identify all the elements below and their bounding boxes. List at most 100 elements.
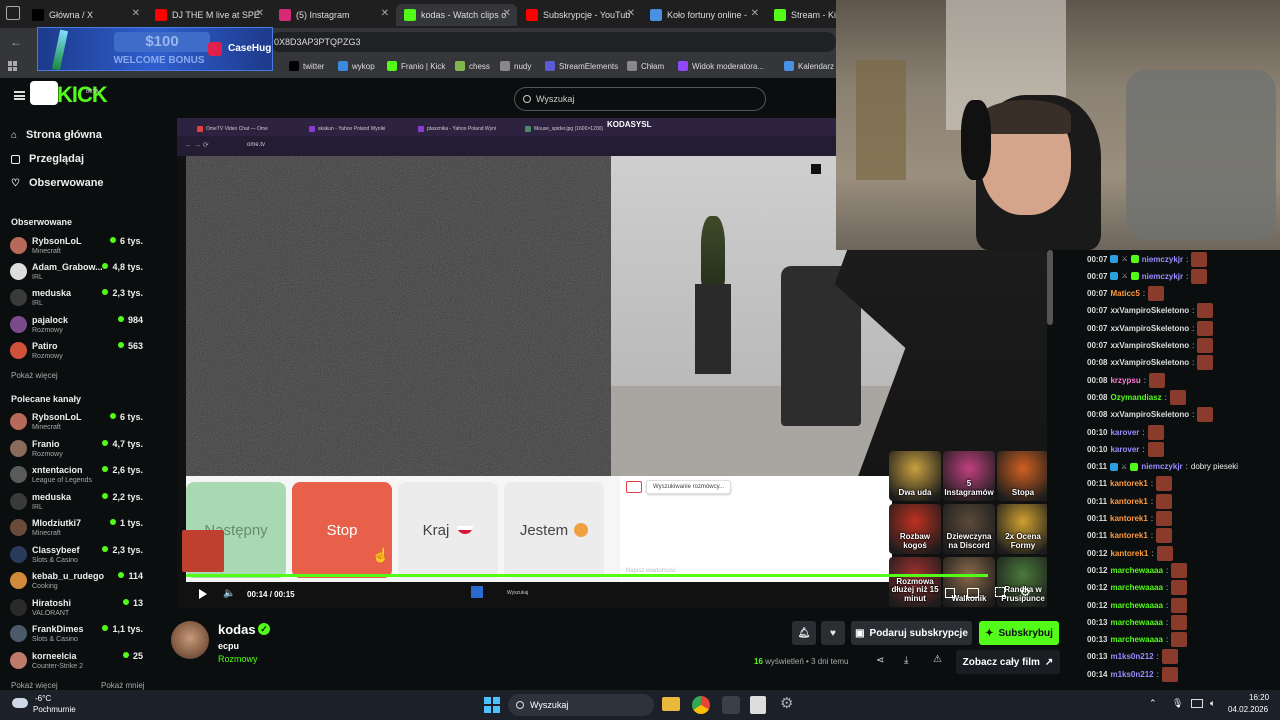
chat-username[interactable]: kantorek1 [1110, 497, 1148, 506]
chat-username[interactable]: xxVampiroSkeletono [1110, 306, 1189, 315]
channel-item[interactable]: RybsonLoL Minecraft 6 tys. [10, 411, 145, 437]
notifications-button[interactable]: 🔔︎ [792, 621, 816, 645]
windows-start-icon[interactable] [484, 697, 500, 713]
bookmark-item[interactable]: Chłam [627, 61, 664, 71]
play-icon[interactable] [199, 589, 207, 599]
chevron-up-icon[interactable]: ⌃ [1149, 698, 1157, 709]
channel-item[interactable]: FrankDimes Slots & Casino 1,1 tys. [10, 623, 145, 649]
close-icon[interactable]: ✕ [503, 8, 511, 19]
channel-item[interactable]: korneelcia Counter-Strike 2 25 [10, 650, 145, 676]
fullscreen-icon[interactable] [995, 587, 1005, 597]
bookmark-item[interactable]: Kalendarz G [784, 61, 842, 71]
channel-item[interactable]: xntentacion League of Legends 2,6 tys. [10, 464, 145, 490]
show-more-recommended[interactable]: Pokaż więcej [11, 681, 58, 690]
theater-mode-icon[interactable] [967, 588, 979, 598]
bookmark-item[interactable]: Widok moderatora... [678, 61, 764, 71]
tab-overview-icon[interactable] [6, 6, 20, 20]
browser-tab[interactable]: (5) Instagram ✕ [271, 4, 395, 26]
chat-username[interactable]: marchewaaaa [1110, 583, 1162, 592]
chat-username[interactable]: krzypsu [1110, 376, 1140, 385]
app-icon[interactable] [722, 696, 740, 714]
apps-icon[interactable] [8, 61, 18, 71]
download-icon[interactable]: ⤓ [904, 655, 908, 666]
channel-item[interactable]: Franio Rozmowy 4,7 tys. [10, 438, 145, 464]
streamer-name[interactable]: kodas [218, 622, 256, 637]
settings-icon[interactable]: ⚙ [780, 694, 793, 712]
gender-button[interactable]: Jestem [504, 482, 604, 578]
channel-item[interactable]: kebab_u_rudego Cooking 114 [10, 570, 145, 596]
close-icon[interactable]: ✕ [751, 8, 759, 19]
chat-username[interactable]: kantorek1 [1110, 549, 1148, 558]
chat-username[interactable]: niemczykjr [1142, 272, 1183, 281]
full-video-button[interactable]: Zobacz cały film ↗ [956, 650, 1060, 674]
gift-subs-button[interactable]: ▣ Podaruj subskrypcje [851, 621, 972, 645]
chat-username[interactable]: m1ks0n212 [1110, 652, 1153, 661]
chat-username[interactable]: kantorek1 [1110, 514, 1148, 523]
browser-tab[interactable]: kodas - Watch clips o ✕ [396, 4, 517, 26]
subscribe-button[interactable]: ✦ Subskrybuj [979, 621, 1059, 645]
chat-username[interactable]: Ozymandiasz [1110, 393, 1161, 402]
clip-icon[interactable] [945, 588, 955, 598]
chat-username[interactable]: karover [1110, 428, 1139, 437]
back-icon[interactable]: ← [10, 35, 22, 49]
bookmark-item[interactable]: nudy [500, 61, 531, 71]
bookmark-item[interactable]: Franio | Kick [387, 61, 445, 71]
channel-item[interactable]: meduska IRL 2,3 tys. [10, 287, 145, 313]
channel-item[interactable]: Hiratoshi VALORANT 13 [10, 597, 145, 623]
chat-username[interactable]: marchewaaaa [1110, 601, 1162, 610]
bookmark-item[interactable]: wykop [338, 61, 375, 71]
nav-home[interactable]: ⌂ Strona główna [11, 129, 102, 141]
show-less-recommended[interactable]: Pokaż mniej [101, 681, 145, 690]
country-button[interactable]: Kraj [398, 482, 498, 578]
channel-item[interactable]: RybsonLoL Minecraft 6 tys. [10, 235, 145, 261]
browser-tab[interactable]: Główna / X ✕ [24, 4, 146, 26]
volume-icon[interactable]: 🔈 [223, 588, 235, 599]
settings-gear-icon[interactable]: ⚙ [1020, 585, 1031, 599]
close-icon[interactable]: ✕ [627, 8, 635, 19]
chat-username[interactable]: kantorek1 [1110, 531, 1148, 540]
chat-username[interactable]: karover [1110, 445, 1139, 454]
nav-browse[interactable]: Przeglądaj [11, 153, 84, 165]
chat-username[interactable]: xxVampiroSkeletono [1110, 341, 1189, 350]
bookmark-item[interactable]: chess [455, 61, 490, 71]
chat-username[interactable]: marchewaaaa [1110, 566, 1162, 575]
close-icon[interactable]: ✕ [132, 8, 140, 19]
search-input[interactable]: Wyszukaj [514, 87, 766, 111]
stream-category[interactable]: Rozmowy [218, 654, 258, 664]
chat-username[interactable]: m1ks0n212 [1110, 670, 1153, 679]
report-icon[interactable]: ⚠ [933, 654, 942, 665]
chat-username[interactable]: marchewaaaa [1110, 635, 1162, 644]
channel-item[interactable]: meduska IRL 2,2 tys. [10, 491, 145, 517]
browser-tab[interactable]: Stream - Kick [766, 4, 836, 26]
kick-logo[interactable]: KICK [57, 82, 108, 108]
show-more-followed[interactable]: Pokaż więcej [11, 371, 58, 380]
chat-username[interactable]: kantorek1 [1110, 479, 1148, 488]
chat-username[interactable]: xxVampiroSkeletono [1110, 410, 1189, 419]
app-icon-2[interactable] [750, 696, 766, 714]
bookmark-item[interactable]: twitter [289, 61, 324, 71]
close-icon[interactable]: ✕ [381, 8, 389, 19]
channel-item[interactable]: pajalock Rozmowy 984 [10, 314, 145, 340]
chrome-icon[interactable] [692, 696, 710, 714]
follow-button[interactable]: ♥ [821, 621, 845, 645]
menu-icon[interactable] [14, 91, 25, 100]
monitor-icon[interactable] [1191, 699, 1203, 708]
channel-item[interactable]: Adam_Grabow... IRL 4,8 tys. [10, 261, 145, 287]
chat-username[interactable]: niemczykjr [1141, 462, 1182, 471]
nav-following[interactable]: ♡ Obserwowane [11, 177, 104, 189]
chat-username[interactable]: xxVampiroSkeletono [1110, 358, 1189, 367]
browser-tab[interactable]: DJ THE M live at SPE ✕ [147, 4, 270, 26]
channel-item[interactable]: Mlodziutki7 Minecraft 1 tys. [10, 517, 145, 543]
progress-bar[interactable] [186, 574, 988, 577]
chat-username[interactable]: marchewaaaa [1110, 618, 1162, 627]
share-icon[interactable]: ⋖ [876, 655, 884, 666]
channel-item[interactable]: Classybeef Slots & Casino 2,3 tys. [10, 544, 145, 570]
close-icon[interactable]: ✕ [256, 8, 264, 19]
chat-username[interactable]: xxVampiroSkeletono [1110, 324, 1189, 333]
taskbar-search[interactable]: Wyszukaj [508, 694, 654, 716]
streamer-avatar[interactable] [171, 621, 209, 659]
browser-tab[interactable]: Koło fortuny online - ✕ [642, 4, 765, 26]
scrollbar[interactable] [1047, 250, 1053, 325]
volume-tray-icon[interactable]: 🔈︎ [1210, 698, 1215, 709]
bookmark-item[interactable]: StreamElements [545, 61, 618, 71]
